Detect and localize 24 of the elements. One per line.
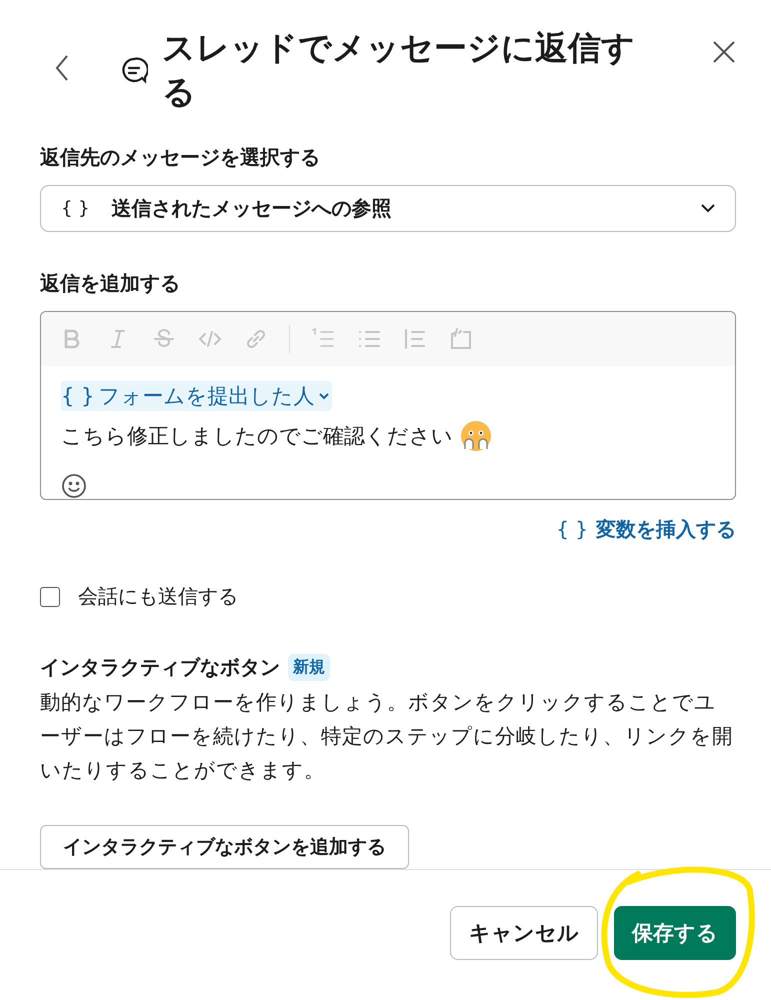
chevron-down-icon [701,204,715,213]
chat-bubble-icon [120,56,148,84]
field-label: 返信を追加する [40,270,181,297]
field-label: 返信先のメッセージを選択する [40,144,321,171]
add-interactive-button[interactable]: インタラクティブなボタンを追加する [40,825,409,869]
message-select[interactable]: { } 送信されたメッセージへの参照 [40,185,736,232]
emoji-button[interactable] [61,473,87,499]
new-badge: 新規 [288,654,330,681]
cancel-button[interactable]: キャンセル [450,906,598,960]
section-title: インタラクティブなボタン [40,654,280,681]
message-text: こちら修正しましたのでご確認ください [61,423,453,450]
message-editor[interactable]: { } フォームを提出した人 こちら修正しましたのでご確認ください [40,310,736,500]
close-button[interactable] [712,40,736,64]
dialog-title: スレッドでメッセージに返信する [162,27,636,113]
code-block-icon[interactable] [448,326,474,352]
save-button[interactable]: 保存する [614,906,736,960]
emoji-face-icon [459,419,493,453]
chevron-down-icon [318,392,330,400]
section-description: 動的なワークフローを作りましょう。ボタンをクリックすることでユーザーはフローを続けたり、特定のステップに分岐したり、リンクを開いたりすることができます。 [40,689,734,784]
insert-variable-link[interactable]: { } 変数を挿入する [556,516,736,543]
checkbox-label: 会話にも送信する [78,583,238,610]
checkbox[interactable] [40,586,60,606]
variable-chip[interactable]: { } フォームを提出した人 [61,381,332,411]
back-button[interactable] [54,54,70,82]
